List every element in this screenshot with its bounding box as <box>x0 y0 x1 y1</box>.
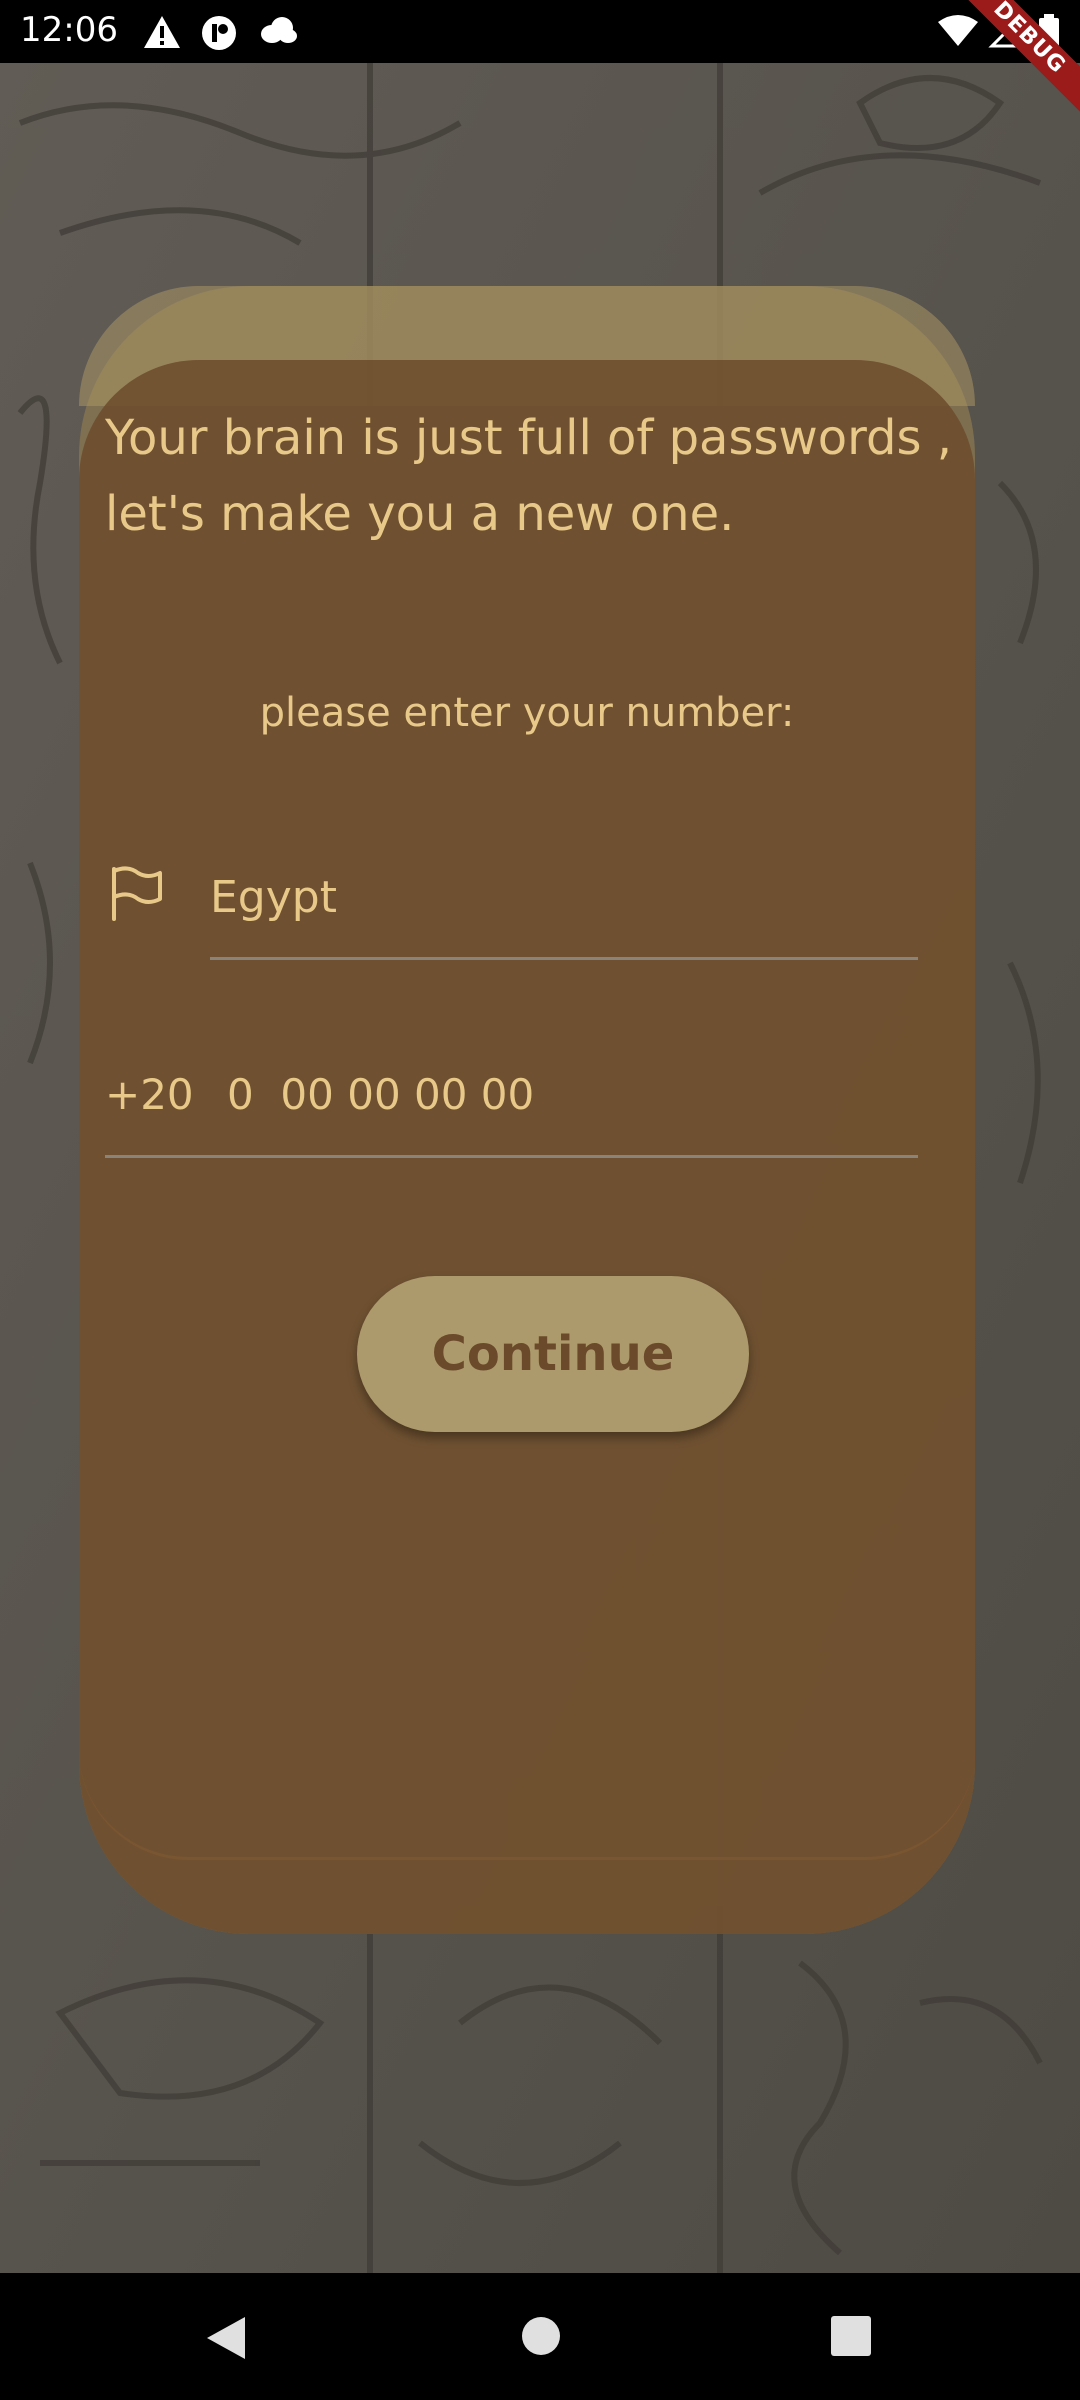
flag-icon <box>110 865 162 925</box>
country-value: Egypt <box>210 872 337 923</box>
navigation-bar <box>0 2273 1080 2400</box>
headline-text: Your brain is just full of passwords , l… <box>105 410 952 542</box>
recent-apps-icon[interactable] <box>830 2315 872 2361</box>
status-time: 12:06 <box>20 10 118 50</box>
phone-number-field[interactable]: +20 0 00 00 00 00 <box>105 1058 918 1158</box>
cloud-icon <box>258 14 298 50</box>
continue-button[interactable]: Continue <box>357 1276 749 1432</box>
phone-number-placeholder: 0 00 00 00 00 <box>227 1070 535 1119</box>
back-icon[interactable] <box>205 2315 247 2365</box>
warning-icon <box>142 14 182 54</box>
card-inner-edge <box>79 1750 975 1860</box>
ppl-icon <box>200 14 238 56</box>
country-field[interactable]: Egypt <box>210 858 918 960</box>
dial-code: +20 <box>105 1070 194 1119</box>
prompt-text: please enter your number: <box>259 690 795 736</box>
wifi-icon <box>938 14 978 52</box>
status-bar: 12:06 <box>0 0 1080 63</box>
home-icon[interactable] <box>520 2315 562 2361</box>
